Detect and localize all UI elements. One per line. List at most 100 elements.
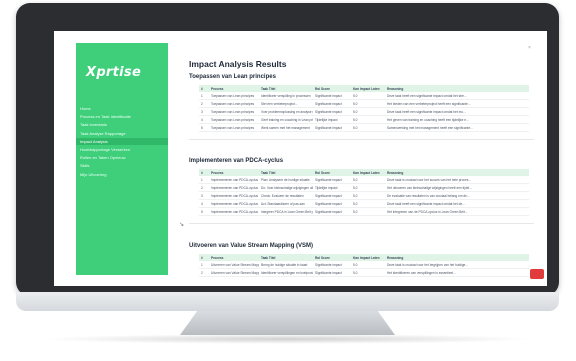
cell-index: 4 xyxy=(201,117,203,122)
header-role-score: Rol Score xyxy=(315,86,330,91)
sidebar-item-impact-analysis[interactable]: Impact Analysis xyxy=(76,137,168,145)
section-divider xyxy=(189,223,534,224)
sidebar: Xprtise Home Process en Taak Identificat… xyxy=(76,43,168,275)
header-impact: Kan Impact Laten xyxy=(353,255,380,260)
header-index: # xyxy=(201,170,203,175)
cell-role-score: Significante impact xyxy=(315,201,342,206)
cell-impact: 5.0 xyxy=(353,193,358,198)
cell-task-title: Stel een verbeterproject... xyxy=(261,101,298,106)
header-process: Process xyxy=(211,86,224,91)
cell-impact: 5.0 xyxy=(353,109,358,114)
header-reasoning: Reasoning xyxy=(387,170,404,175)
table-row[interactable]: 1 Uitvoeren van Value Stream Mapping (VS… xyxy=(199,261,529,269)
cell-reasoning: Het geven van training en coaching heeft… xyxy=(387,117,469,122)
cell-index: 1 xyxy=(201,177,203,182)
main-content: × Impact Analysis Results Toepassen van … xyxy=(189,43,534,283)
cell-process: Toepassen van Lean principes xyxy=(211,125,255,130)
cell-role-score: Tijdelijke impact xyxy=(315,185,338,190)
cell-reasoning: Deze taak heeft een significante impact … xyxy=(387,201,465,206)
results-table-vsm: # Process Taak Titel Rol Score Kan Impac… xyxy=(199,254,529,277)
header-task-title: Taak Titel xyxy=(261,255,276,260)
sidebar-item-process-identification[interactable]: Process en Taak Identificatie xyxy=(76,113,168,120)
cell-impact: 5.0 xyxy=(353,270,358,275)
cell-reasoning: Deze taak heeft een significante impact … xyxy=(387,109,466,114)
cell-task-title: Plan: Analyseer de huidige situatie xyxy=(261,177,310,182)
cell-index: 4 xyxy=(201,201,203,206)
cell-impact: 5.0 xyxy=(353,125,358,130)
cell-process: Implementeren van PDCA-cyclus xyxy=(211,177,258,182)
cell-reasoning: Deze taak heeft een significante impact … xyxy=(387,93,467,98)
cell-process: Implementeren van PDCA-cyclus xyxy=(211,193,258,198)
cell-impact: 5.0 xyxy=(353,101,358,106)
cell-task-title: Check: Evalueer de resultaten xyxy=(261,193,304,198)
table-row[interactable]: 3 Toepassen van Lean principes Voer prob… xyxy=(199,108,529,116)
cell-impact: 5.0 xyxy=(353,93,358,98)
sidebar-item-task-analysis-report[interactable]: Taak Analyse Rapportage xyxy=(76,130,168,137)
table-row[interactable]: 5 Implementeren van PDCA-cyclus Integree… xyxy=(199,208,529,216)
table-row[interactable]: 4 Toepassen van Lean principes Geef trai… xyxy=(199,116,529,124)
cell-task-title: Geef training en coaching in Lean princi… xyxy=(261,117,313,122)
cell-index: 1 xyxy=(201,93,203,98)
cell-index: 5 xyxy=(201,125,203,130)
cell-task-title: Voer probleemoplossing en analyse uit xyxy=(261,109,313,114)
stand-shadow xyxy=(40,334,535,344)
header-role-score: Rol Score xyxy=(315,170,330,175)
cell-task-title: Do: Voer kleinschalige wijzigingen uit xyxy=(261,185,313,190)
cell-role-score: Significante impact xyxy=(315,262,342,267)
cell-process: Toepassen van Lean principes xyxy=(211,93,255,98)
cell-role-score: Significante impact xyxy=(315,125,342,130)
table-row[interactable]: 1 Toepassen van Lean principes Identific… xyxy=(199,92,529,100)
app-logo[interactable]: Xprtise xyxy=(86,65,141,80)
header-process: Process xyxy=(211,255,224,260)
header-process: Process xyxy=(211,170,224,175)
screen: Xprtise Home Process en Taak Identificat… xyxy=(54,31,547,286)
sidebar-item-my-execution[interactable]: Mijn Uitvoering xyxy=(76,171,168,178)
header-reasoning: Reasoning xyxy=(387,86,404,91)
cell-task-title: Identificeer verspilling in processen xyxy=(261,93,311,98)
section-divider xyxy=(189,139,534,140)
cell-process: Uitvoeren van Value Stream Mapping (VSM) xyxy=(211,262,259,267)
header-reasoning: Reasoning xyxy=(387,255,404,260)
sidebar-nav: Home Process en Taak Identificatie Taak … xyxy=(76,105,168,179)
monitor-frame: Xprtise Home Process en Taak Identificat… xyxy=(16,3,559,296)
cell-task-title: Werk samen met het management xyxy=(261,125,310,130)
table-row[interactable]: 2 Toepassen van Lean principes Stel een … xyxy=(199,100,529,108)
cell-reasoning: Deze taak is cruciaal voor het begrijpen… xyxy=(387,262,468,267)
table-row[interactable]: 4 Implementeren van PDCA-cyclus Act: Sta… xyxy=(199,200,529,208)
cell-process: Toepassen van Lean principes xyxy=(211,109,255,114)
sidebar-item-home[interactable]: Home xyxy=(76,105,168,112)
table-header: # Process Taak Titel Rol Score Kan Impac… xyxy=(199,85,529,92)
section-title-lean: Toepassen van Lean principes xyxy=(189,74,276,80)
page-title: Impact Analysis Results xyxy=(189,59,287,69)
close-icon[interactable]: × xyxy=(528,45,531,51)
table-header: # Process Taak Titel Rol Score Kan Impac… xyxy=(199,254,529,261)
cell-impact: 5.0 xyxy=(353,117,358,122)
cell-index: 5 xyxy=(201,209,203,214)
cell-impact: 5.0 xyxy=(353,209,358,214)
cell-task-title: Act: Standaardiseer of pas aan xyxy=(261,201,305,206)
table-row[interactable]: 1 Implementeren van PDCA-cyclus Plan: An… xyxy=(199,176,529,184)
cell-reasoning: Deze taak is cruciaal voor het succes va… xyxy=(387,177,471,182)
table-row[interactable]: 2 Uitvoeren van Value Stream Mapping (VS… xyxy=(199,269,529,277)
header-role-score: Rol Score xyxy=(315,255,330,260)
section-title-pdca: Implementeren van PDCA-cyclus xyxy=(189,158,284,164)
table-row[interactable]: 3 Implementeren van PDCA-cyclus Check: E… xyxy=(199,192,529,200)
cell-index: 3 xyxy=(201,193,203,198)
cell-role-score: Significante impact xyxy=(315,177,342,182)
sidebar-item-main-report[interactable]: Hoofdrapportage Verwerken xyxy=(76,146,168,153)
table-row[interactable]: 2 Implementeren van PDCA-cyclus Do: Voer… xyxy=(199,184,529,192)
cell-role-score: Significante impact xyxy=(315,209,342,214)
cell-impact: 5.0 xyxy=(353,201,358,206)
sidebar-item-task-inventory[interactable]: Taak Inventaris xyxy=(76,121,168,128)
cell-process: Uitvoeren van Value Stream Mapping (VSM) xyxy=(211,270,259,275)
mouse-cursor-icon: ↘ xyxy=(179,222,185,228)
cell-role-score: Significante impact xyxy=(315,93,342,98)
cell-task-title: Integreer PDCA in Lean Green Belt projec… xyxy=(261,209,313,214)
sidebar-item-roles-tasks[interactable]: Rollen en Taken Opnieuw xyxy=(76,154,168,161)
table-row[interactable]: 5 Toepassen van Lean principes Werk same… xyxy=(199,124,529,132)
cell-index: 2 xyxy=(201,270,203,275)
cell-impact: 5.0 xyxy=(353,185,358,190)
sidebar-item-skills[interactable]: Skills xyxy=(76,162,168,169)
chat-fab-button[interactable] xyxy=(530,269,544,279)
header-task-title: Taak Titel xyxy=(261,86,276,91)
